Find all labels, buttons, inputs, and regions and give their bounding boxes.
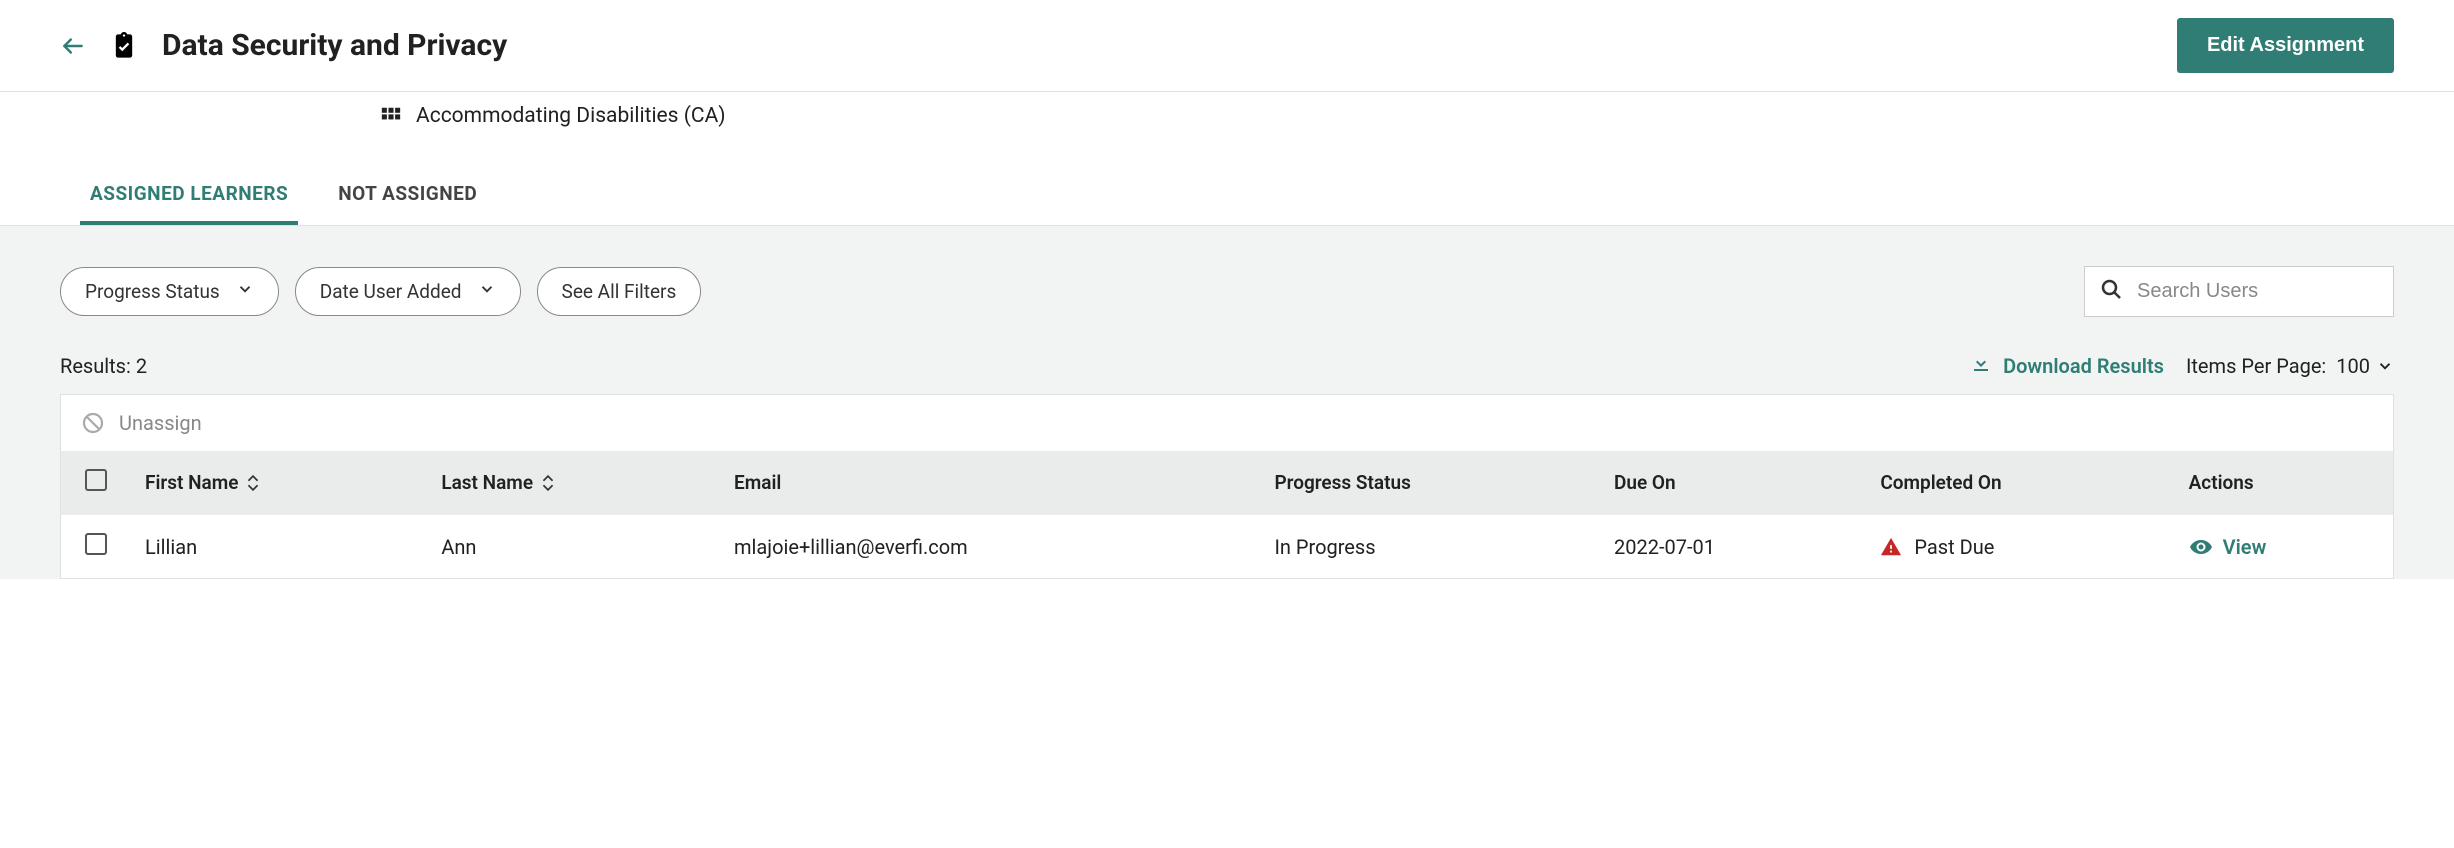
col-progress-status: Progress Status — [1260, 451, 1600, 515]
cell-last-name: Ann — [427, 515, 720, 579]
table-header-row: First Name Last Name — [61, 451, 2393, 515]
course-name: Accommodating Disabilities (CA) — [416, 104, 726, 128]
items-per-page: Items Per Page: 100 — [2186, 354, 2394, 378]
col-first-name[interactable]: First Name — [131, 451, 427, 515]
search-input[interactable] — [2137, 280, 2379, 303]
see-all-filters-button[interactable]: See All Filters — [537, 267, 702, 316]
col-actions: Actions — [2175, 451, 2393, 515]
chevron-down-icon — [478, 280, 496, 303]
filter-progress-status-label: Progress Status — [85, 280, 220, 303]
filter-progress-status[interactable]: Progress Status — [60, 267, 279, 316]
col-due-on: Due On — [1600, 451, 1866, 515]
page-title: Data Security and Privacy — [162, 28, 507, 63]
view-button[interactable]: View — [2189, 535, 2379, 559]
tabs: ASSIGNED LEARNERS NOT ASSIGNED — [0, 168, 2454, 226]
cell-first-name: Lillian — [131, 515, 427, 579]
col-select-all — [61, 451, 131, 515]
cell-completed-on: Past Due — [1866, 515, 2174, 579]
eye-icon — [2189, 535, 2213, 559]
edit-assignment-button[interactable]: Edit Assignment — [2177, 18, 2394, 73]
chevron-down-icon — [2376, 357, 2394, 375]
cell-completed-on-text: Past Due — [1914, 535, 1994, 559]
col-last-name-label: Last Name — [441, 471, 533, 494]
learners-table: First Name Last Name — [61, 451, 2393, 578]
filter-date-user-added[interactable]: Date User Added — [295, 267, 521, 316]
items-per-page-select[interactable]: 100 — [2336, 354, 2394, 378]
sort-icon — [541, 475, 555, 491]
search-users-wrap[interactable] — [2084, 266, 2394, 317]
unassign-button[interactable]: Unassign — [119, 411, 202, 435]
cell-email: mlajoie+lillian@everfi.com — [720, 515, 1260, 579]
content-area: Progress Status Date User Added See All … — [0, 226, 2454, 579]
col-last-name[interactable]: Last Name — [427, 451, 720, 515]
tab-assigned-learners[interactable]: ASSIGNED LEARNERS — [80, 168, 298, 225]
course-row: Accommodating Disabilities (CA) — [380, 104, 2394, 128]
tab-not-assigned[interactable]: NOT ASSIGNED — [328, 168, 487, 225]
col-first-name-label: First Name — [145, 471, 238, 494]
unassign-disabled-icon — [81, 411, 105, 435]
top-bar: Data Security and Privacy Edit Assignmen… — [0, 0, 2454, 92]
col-completed-on: Completed On — [1866, 451, 2174, 515]
row-checkbox[interactable] — [85, 533, 107, 555]
modules-icon — [380, 105, 402, 127]
see-all-filters-label: See All Filters — [562, 280, 677, 303]
view-label: View — [2223, 535, 2267, 559]
table-row: Lillian Ann mlajoie+lillian@everfi.com I… — [61, 515, 2393, 579]
sort-icon — [246, 475, 260, 491]
results-count: Results: 2 — [60, 354, 147, 378]
results-label: Results: — [60, 354, 131, 378]
cell-due-on: 2022-07-01 — [1600, 515, 1866, 579]
learners-table-wrap: Unassign First Name — [60, 394, 2394, 579]
back-arrow-icon[interactable] — [60, 33, 86, 59]
filters-left: Progress Status Date User Added See All … — [60, 267, 701, 316]
download-results-link[interactable]: Download Results — [1969, 351, 2164, 380]
select-all-checkbox[interactable] — [85, 469, 107, 491]
cell-actions: View — [2175, 515, 2393, 579]
items-per-page-label: Items Per Page: — [2186, 354, 2326, 378]
search-icon — [2099, 277, 2123, 306]
download-icon — [1969, 351, 1993, 380]
clipboard-check-icon — [110, 32, 138, 60]
filter-date-user-added-label: Date User Added — [320, 280, 462, 303]
results-row: Results: 2 Download Results Items Per Pa… — [60, 351, 2394, 380]
top-bar-left: Data Security and Privacy — [60, 28, 507, 63]
filter-row: Progress Status Date User Added See All … — [60, 266, 2394, 317]
table-toolbar: Unassign — [61, 395, 2393, 451]
items-per-page-value: 100 — [2336, 354, 2370, 378]
results-right: Download Results Items Per Page: 100 — [1969, 351, 2394, 380]
cell-progress-status: In Progress — [1260, 515, 1600, 579]
chevron-down-icon — [236, 280, 254, 303]
col-email: Email — [720, 451, 1260, 515]
download-results-label: Download Results — [2003, 354, 2164, 378]
warning-icon — [1880, 536, 1902, 558]
sub-header: Accommodating Disabilities (CA) — [0, 92, 2454, 128]
results-count-value: 2 — [136, 354, 147, 378]
